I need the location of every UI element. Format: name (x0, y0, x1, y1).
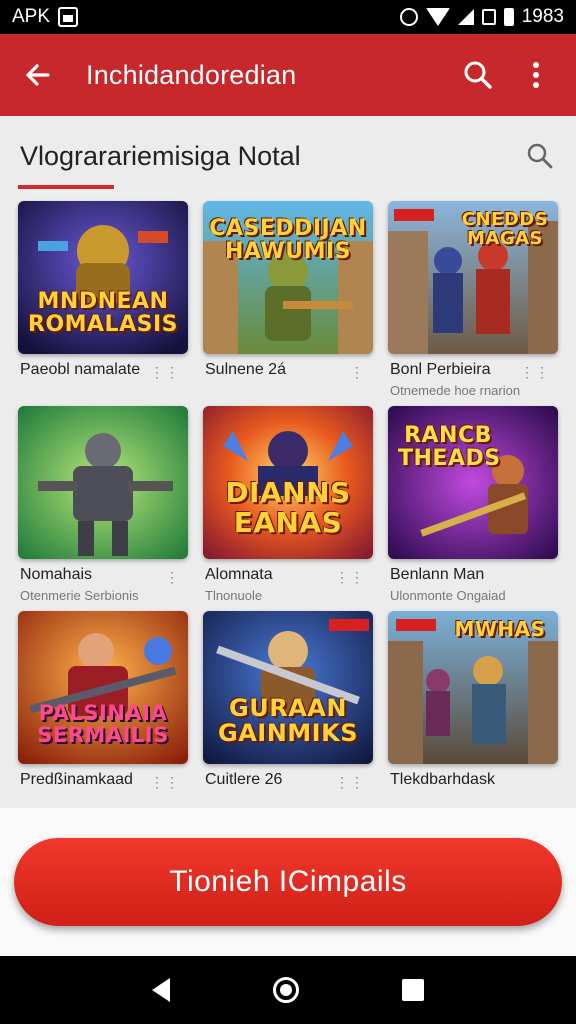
game-card[interactable]: MWHAS Tlekdbarhdask (388, 611, 558, 808)
game-logo-text: GURAAN GAINMIKS (218, 693, 358, 747)
game-more-icon[interactable]: ⋮⋮ (150, 364, 180, 381)
game-logo-text: PALSINAIA SERMAILIS (37, 700, 169, 747)
game-logo-text: MWHAS (454, 617, 546, 641)
game-card[interactable]: CNEDDS MAGAS Bonl Perbieira Otnemede hoe… (388, 201, 558, 401)
game-logo-text: MNDNEAN ROMALASIS (28, 288, 178, 337)
game-logo-text: CASEDDIJAN HAWUMIS (209, 216, 367, 265)
game-thumbnail[interactable]: MNDNEAN ROMALASIS (18, 201, 188, 354)
game-card[interactable]: PALSINAIA SERMAILIS Predßinamkaad ⋮⋮ (18, 611, 188, 808)
primary-action-button[interactable]: Tionieh ICimpails (14, 838, 562, 926)
status-time: 1983 (521, 6, 564, 27)
battery-icon (503, 8, 514, 26)
game-subtitle: Tlnonuole (205, 588, 263, 603)
game-name: Nomahais (20, 566, 93, 583)
app-bar: Inchidandoredian (0, 34, 576, 116)
game-card[interactable]: Nomahais Otenmerie Serbionis ⋮ (18, 406, 188, 606)
nav-back-icon[interactable] (151, 978, 170, 1002)
game-name: Benlann Man (390, 566, 485, 583)
game-subtitle: Ulonmonte Ongaiad (390, 588, 506, 603)
game-logo-text: RANCB THEADS (398, 423, 501, 472)
game-name: Cuitlere 26 (205, 771, 283, 788)
section-underline (18, 185, 114, 189)
app-title: Inchidandoredian (86, 59, 297, 90)
game-card[interactable]: GURAAN GAINMIKS Cuitlere 26 ⋮⋮ (203, 611, 373, 808)
game-name: Alomnata (205, 566, 273, 583)
game-logo-text: DIANNS EANAS (225, 476, 351, 539)
game-more-icon[interactable]: ⋮⋮ (335, 569, 365, 586)
game-thumbnail[interactable]: CASEDDIJAN HAWUMIS (203, 201, 373, 354)
search-icon (527, 143, 553, 169)
sim-icon (481, 9, 496, 25)
alarm-icon (399, 8, 418, 26)
game-more-icon[interactable]: ⋮⋮ (520, 364, 550, 381)
section-header: Vlograrariemisiga Notal (20, 136, 558, 176)
wifi-icon (425, 8, 450, 26)
overflow-menu-button[interactable] (514, 53, 558, 97)
game-card[interactable]: CASEDDIJAN HAWUMIS Sulnene 2á ⋮ (203, 201, 373, 401)
signal-icon (457, 9, 474, 25)
section-title: Vlograrariemisiga Notal (20, 140, 301, 171)
game-name: Bonl Perbieira (390, 361, 491, 378)
game-subtitle: Otnemede hoe rnarion (390, 383, 521, 398)
game-logo-text: CNEDDS MAGAS (461, 209, 549, 249)
game-card[interactable]: DIANNS EANAS Alomnata Tlnonuole ⋮⋮ (203, 406, 373, 606)
content-area: Vlograrariemisiga Notal MNDNEAN ROMALASI… (0, 116, 576, 808)
arrow-back-icon (26, 64, 50, 86)
section-search-button[interactable] (522, 138, 558, 174)
game-more-icon[interactable]: ⋮ (350, 364, 365, 381)
back-button[interactable] (18, 55, 58, 95)
game-subtitle: Otenmerie Serbionis (20, 588, 139, 603)
game-more-icon[interactable]: ⋮⋮ (335, 774, 365, 791)
game-thumbnail[interactable]: RANCB THEADS (388, 406, 558, 559)
status-bar: APK 1983 (0, 0, 576, 34)
game-thumbnail[interactable]: GURAAN GAINMIKS (203, 611, 373, 764)
status-left: APK (12, 6, 79, 28)
search-button[interactable] (456, 53, 500, 97)
game-card[interactable]: MNDNEAN ROMALASIS Paeobl namalate ⋮⋮ (18, 201, 188, 401)
game-name: Paeobl namalate (20, 361, 141, 378)
system-nav-bar (0, 956, 576, 1024)
game-more-icon[interactable]: ⋮⋮ (150, 774, 180, 791)
game-art-image (18, 406, 188, 559)
status-app-label: APK (12, 6, 51, 27)
game-thumbnail[interactable]: MWHAS (388, 611, 558, 764)
nav-recents-icon[interactable] (402, 979, 425, 1001)
status-right: 1983 (399, 6, 564, 28)
game-thumbnail[interactable]: CNEDDS MAGAS (388, 201, 558, 354)
game-thumbnail[interactable]: PALSINAIA SERMAILIS (18, 611, 188, 764)
game-thumbnail[interactable] (18, 406, 188, 559)
game-more-icon[interactable]: ⋮ (165, 569, 180, 586)
search-icon (464, 61, 492, 89)
bottom-action-area: Tionieh ICimpails (0, 808, 576, 956)
game-thumbnail[interactable]: DIANNS EANAS (203, 406, 373, 559)
game-name: Tlekdbarhdask (390, 771, 495, 788)
gallery-notification-icon (58, 7, 79, 27)
more-vert-icon (533, 62, 539, 88)
game-name: Sulnene 2á (205, 361, 286, 378)
game-card[interactable]: RANCB THEADS Benlann Man Ulonmonte Ongai… (388, 406, 558, 606)
nav-home-icon[interactable] (272, 977, 299, 1003)
game-name: Predßinamkaad (20, 771, 133, 788)
